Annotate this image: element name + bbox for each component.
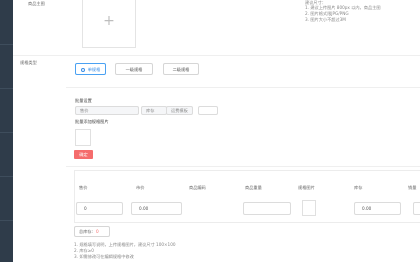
spec-option-level1[interactable]: 一级规格: [115, 63, 153, 75]
main-content: 商品主图 + 建议尺寸： 1. 建议上传图片 800px 以内，商品主图 2. …: [13, 0, 420, 262]
plus-icon: +: [103, 13, 115, 29]
row-weight-input[interactable]: [243, 202, 291, 215]
row-stock-input[interactable]: 0.00: [354, 202, 401, 215]
th-sales: 销量: [408, 185, 417, 190]
th-code: 商品编码: [189, 185, 206, 190]
th-spec-image: 规格图片: [298, 185, 315, 190]
batch-confirm-button[interactable]: 确定: [74, 150, 93, 159]
batch-title: 批量设置: [75, 98, 92, 103]
sidebar: [0, 0, 13, 262]
total-stock-value: 0: [95, 229, 99, 234]
divider: [13, 55, 420, 56]
th-price: 售价: [79, 185, 88, 190]
spec-table: 售价 市价 商品编码 商品重量 规格图片 库存 销量: [74, 170, 420, 223]
batch-stock-input[interactable]: 库存: [141, 106, 167, 115]
batch-price-input[interactable]: 售价: [75, 106, 139, 115]
main-image-label: 商品主图: [28, 1, 45, 6]
main-image-upload[interactable]: +: [82, 0, 136, 48]
th-stock: 库存: [354, 185, 363, 190]
divider: [66, 87, 420, 88]
spec-option-single[interactable]: 单规格: [75, 63, 106, 75]
th-weight: 商品重量: [245, 185, 262, 190]
batch-image-title: 批量添加规格图片: [75, 119, 109, 124]
row-market-price-input[interactable]: 0.00: [131, 202, 182, 215]
spec-option-level2[interactable]: 二级规格: [163, 63, 199, 75]
radio-icon: [80, 67, 85, 72]
row-price-input[interactable]: 0: [76, 202, 123, 215]
row-sales-input[interactable]: [413, 202, 420, 215]
batch-freight-input[interactable]: 运费模板: [166, 106, 193, 115]
batch-image-upload[interactable]: [75, 129, 91, 146]
batch-extra-input[interactable]: [198, 106, 218, 115]
total-stock-box: 总库存: 0: [74, 226, 110, 237]
spec-type-label: 规格类型: [20, 60, 37, 65]
th-market-price: 市价: [136, 185, 145, 190]
row-spec-image-upload[interactable]: [302, 200, 316, 216]
divider: [66, 166, 420, 167]
